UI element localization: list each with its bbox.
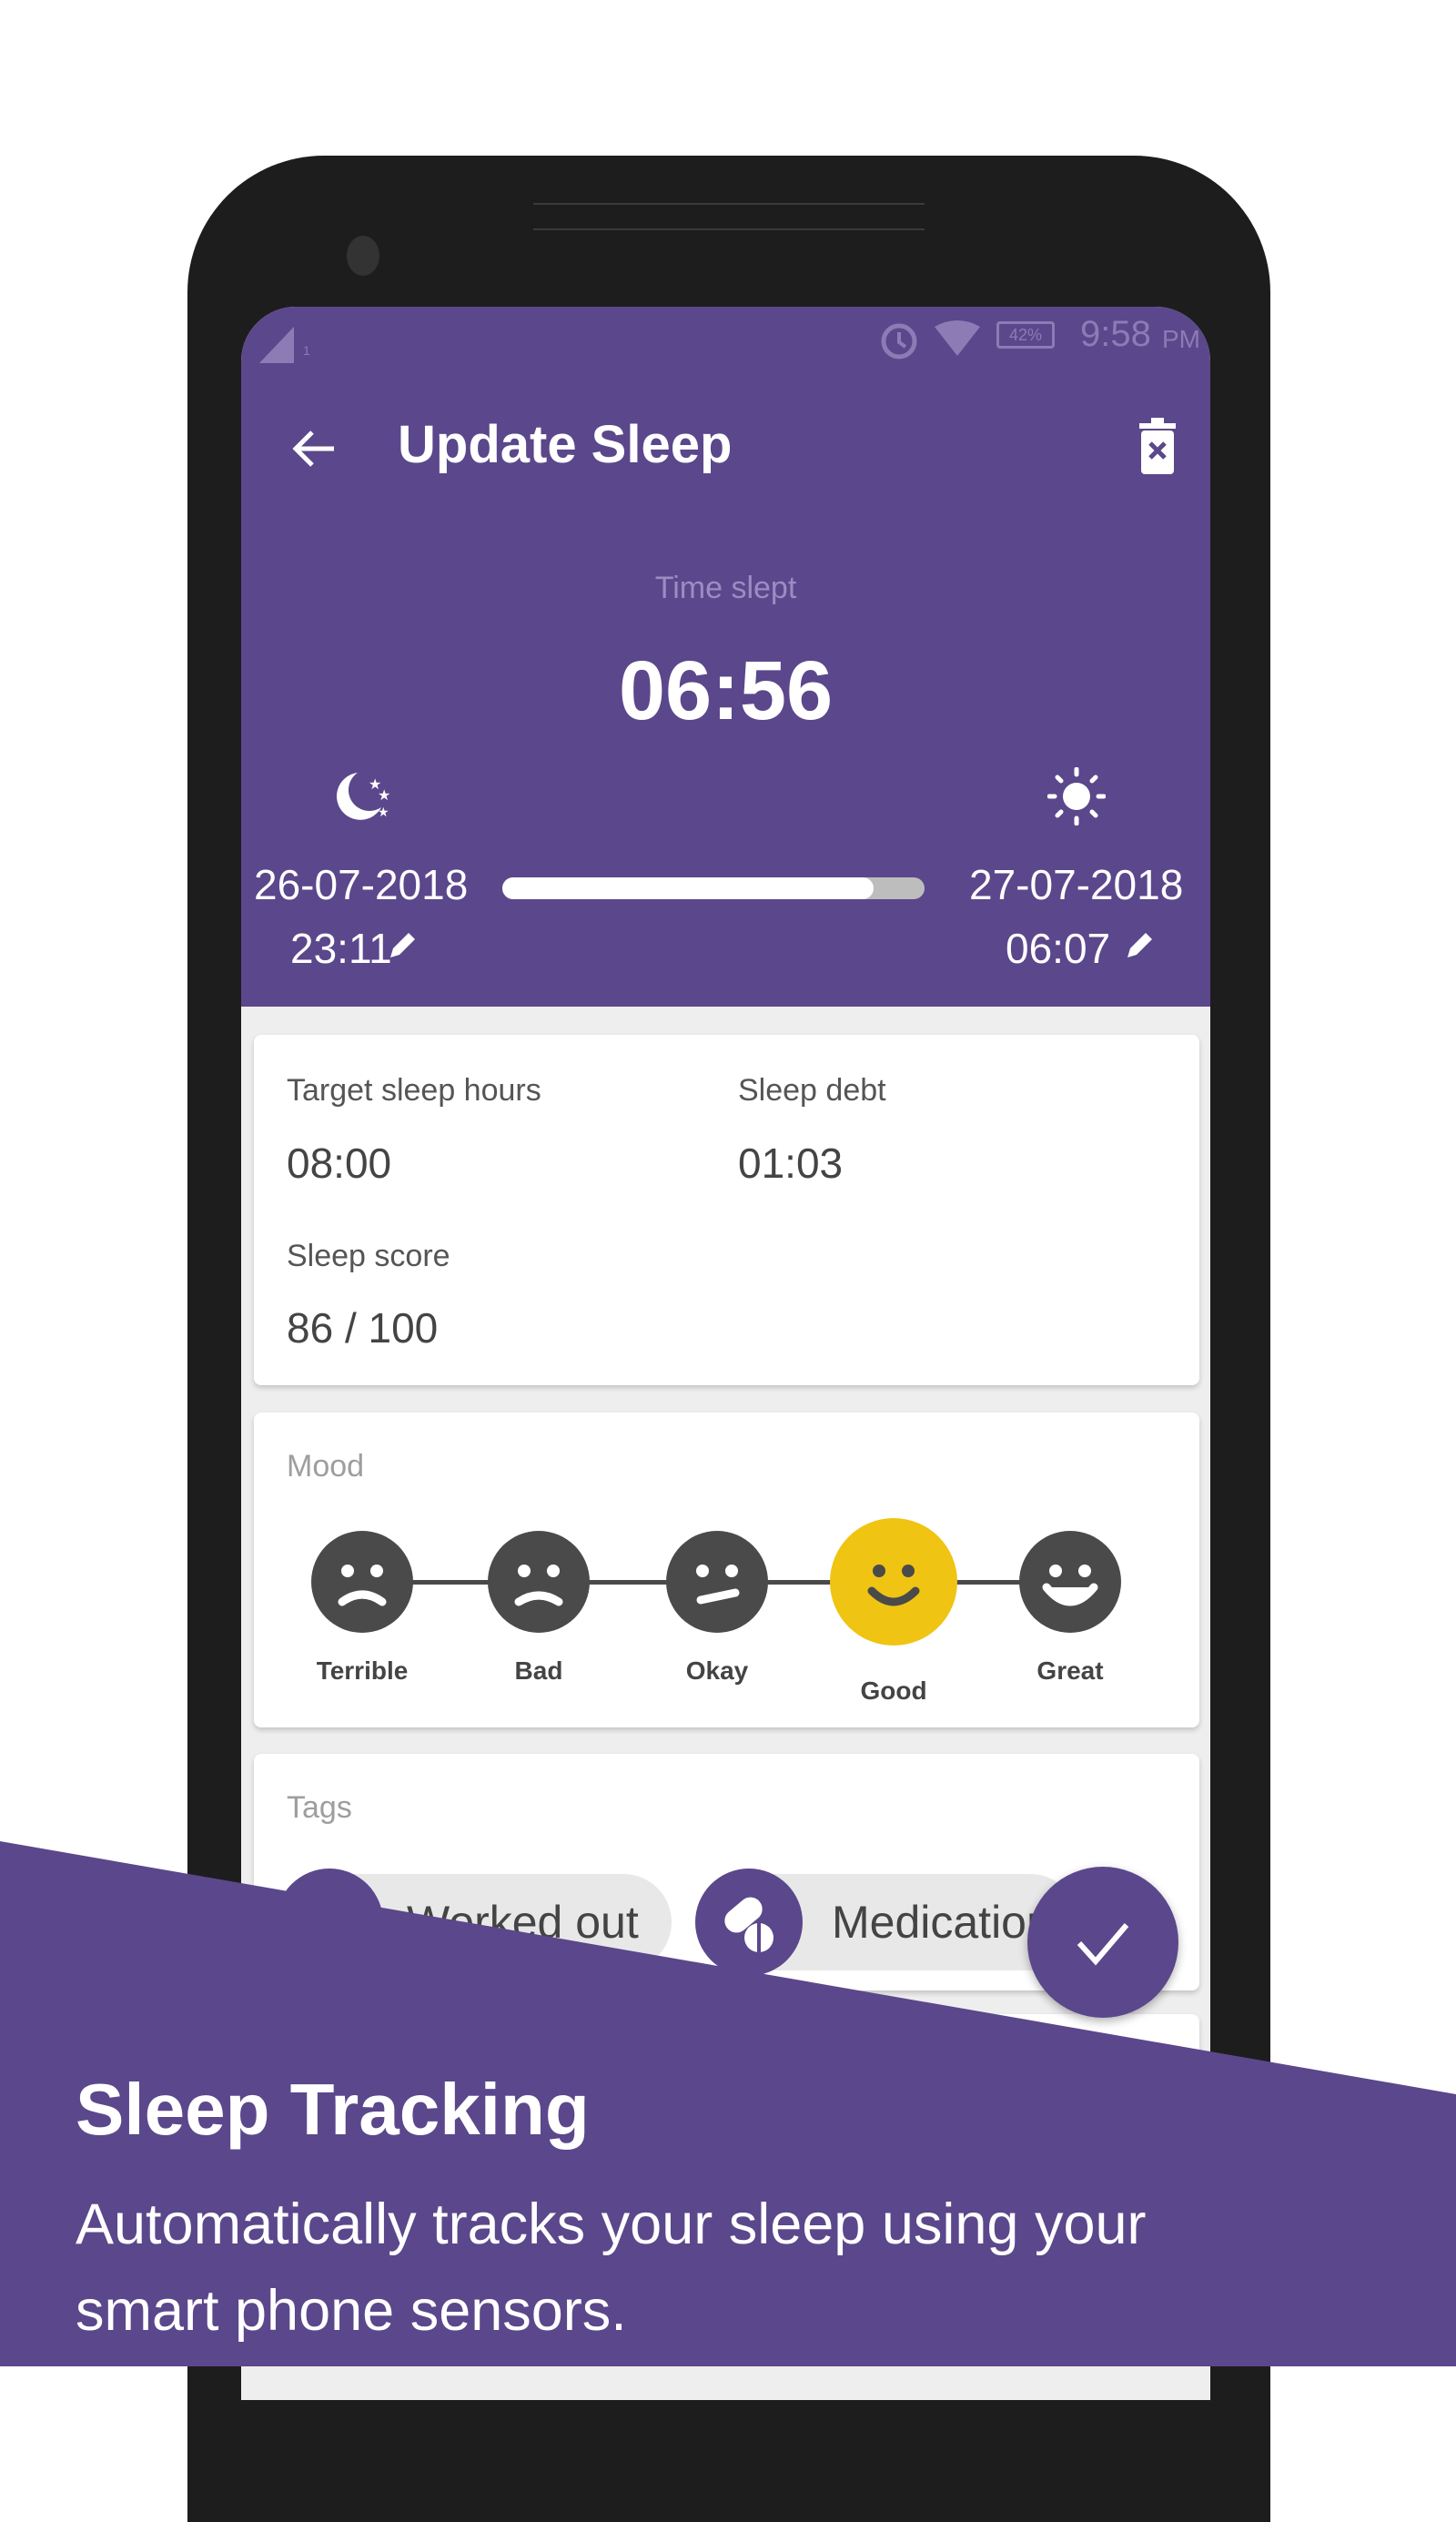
banner-line-1: Automatically tracks your sleep using yo…: [76, 2193, 1147, 2256]
banner-line-2: smart phone sensors.: [76, 2279, 627, 2343]
banner-title: Sleep Tracking: [76, 2069, 590, 2150]
banner-background: [0, 1841, 1456, 2366]
